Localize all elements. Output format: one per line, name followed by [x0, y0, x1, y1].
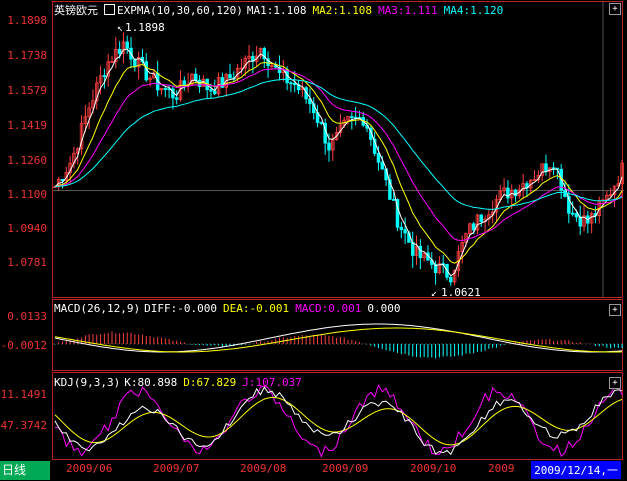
ma4-line — [54, 78, 623, 210]
candle-body — [399, 226, 404, 231]
ma4-value: MA4:1.120 — [443, 4, 504, 17]
price-axis-label: 1.0781 — [7, 256, 47, 269]
x-label-oct: 2009/10 — [410, 462, 457, 475]
period-tab[interactable]: 日线 — [0, 461, 50, 480]
low-arrow-icon: ↙ — [431, 288, 437, 297]
candle-body — [194, 73, 198, 81]
macd-diff-line — [54, 323, 623, 353]
macd-panel-add-button[interactable]: + — [609, 304, 621, 316]
candle-body — [574, 213, 579, 218]
candle-body — [391, 199, 396, 201]
high-marker-label: 1.1898 — [125, 21, 165, 34]
price-axis-label: 1.1260 — [7, 154, 47, 167]
kdj-k-line — [54, 386, 623, 456]
kdj-axis-top: 11.1491 — [0, 388, 47, 401]
x-label-next: 2009 — [488, 462, 515, 475]
candle-body — [228, 74, 232, 79]
high-arrow-icon: ↖ — [117, 23, 123, 34]
candle-body — [174, 97, 179, 100]
kdj-d: D:67.829 — [183, 376, 237, 389]
candle-body — [289, 82, 293, 85]
candle-body — [327, 142, 331, 151]
candle-body — [125, 41, 129, 49]
x-label-sep: 2009/09 — [322, 462, 369, 475]
candle-body — [403, 229, 407, 234]
price-axis-label: 1.1579 — [7, 84, 47, 97]
low-marker-label: 1.0621 — [441, 286, 481, 297]
kdj-j-line — [54, 383, 623, 458]
kdj-k: K:80.898 — [124, 376, 178, 389]
candle-body — [182, 80, 187, 86]
kdj-legend: KDJ(9,3,3) K:80.898 D:67.829 J:107.037 — [54, 376, 308, 389]
candle-body — [479, 214, 483, 222]
kdj-title: KDJ(9,3,3) — [54, 376, 121, 389]
candle-body — [209, 89, 213, 92]
x-label-jul: 2009/07 — [153, 462, 200, 475]
candle-body — [449, 276, 453, 283]
candle-body — [418, 245, 423, 259]
indicator-name: EXPMA(10,30,60,120) — [117, 4, 243, 17]
candle-body — [376, 153, 381, 163]
price-panel-add-button[interactable]: + — [609, 3, 621, 15]
price-legend: 英镑欧元 EXPMA(10,30,60,120) MA1:1.108 MA2:1.10… — [54, 2, 509, 18]
expma-icon — [104, 4, 115, 15]
candle-body — [350, 116, 354, 119]
macd-dea: DEA:-0.001 — [222, 302, 290, 315]
macd-axis-top: 0.0133 — [7, 310, 47, 323]
ma1-line — [54, 48, 623, 277]
candle-body — [544, 163, 548, 172]
price-axis-label: 1.0940 — [7, 222, 47, 235]
price-axis-label: 1.1100 — [7, 188, 47, 201]
candle-body — [163, 88, 168, 90]
macd-diff: DIFF:-0.000 — [144, 302, 217, 315]
candle-body — [319, 122, 324, 124]
price-axis-label: 1.1419 — [7, 119, 47, 132]
candle-body — [213, 90, 217, 95]
macd-legend: MACD(26,12,9) DIFF:-0.000 DEA:-0.001 MACD:0… — [54, 302, 407, 315]
ma3-value: MA3:1.111 — [378, 4, 438, 17]
candle-body — [471, 223, 476, 231]
current-date-box: 2009/12/14,一 — [531, 461, 621, 479]
candle-body — [353, 116, 358, 119]
candle-body — [380, 161, 385, 170]
ma2-line — [54, 61, 623, 264]
price-axis-label: 1.1738 — [7, 49, 47, 62]
macd-title: MACD(26,12,9) — [54, 302, 141, 315]
price-axis-label: 1.1898 — [7, 14, 47, 27]
candle-body — [117, 49, 122, 54]
kdj-panel-add-button[interactable]: + — [609, 377, 621, 389]
candle-body — [292, 82, 297, 85]
ma2-value: MA2:1.108 — [312, 4, 373, 17]
x-label-aug: 2009/08 — [240, 462, 287, 475]
macd-dea-line — [54, 327, 623, 353]
macd-extra: 0.000 — [367, 302, 401, 315]
x-label-jun: 2009/06 — [66, 462, 113, 475]
macd-axis-zero: -0.0012 — [0, 339, 47, 352]
candle-body — [410, 241, 415, 256]
kdj-j: J:107.037 — [242, 376, 302, 389]
ma1-value: MA1:1.108 — [246, 4, 307, 17]
instrument-title: 英镑欧元 — [54, 4, 98, 17]
candlestick-chart[interactable]: 1.1898↖ 1.0621 ↙ — [53, 2, 624, 297]
candle-body — [570, 212, 575, 215]
candle-body — [102, 75, 107, 78]
ma3-line — [54, 68, 623, 242]
macd-value: MACD:0.001 — [295, 302, 362, 315]
kdj-axis-mid: 47.3742 — [0, 419, 47, 432]
price-panel[interactable]: 1.1898 ↖ 1.0621 ↙ — [52, 1, 624, 298]
